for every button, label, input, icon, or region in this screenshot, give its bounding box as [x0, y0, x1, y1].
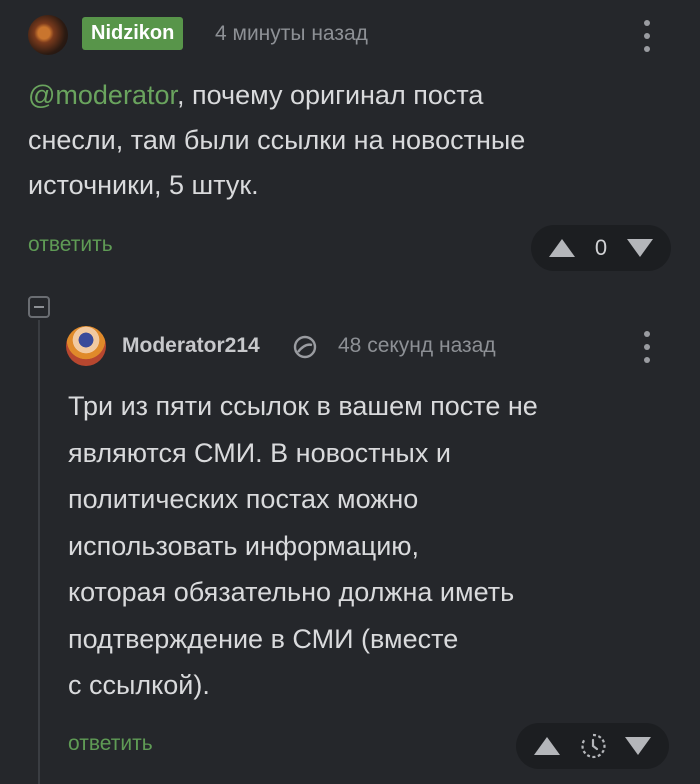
- clock-icon: [580, 733, 606, 759]
- timestamp[interactable]: 48 секунд назад: [338, 334, 496, 358]
- author-name[interactable]: Moderator214: [122, 334, 260, 358]
- comment-text: Три из пяти ссылок в вашем посте не явля…: [68, 391, 538, 700]
- avatar[interactable]: [66, 326, 106, 366]
- triangle-up-icon[interactable]: [534, 737, 560, 755]
- moderator-badge-icon: [293, 335, 317, 359]
- kebab-icon[interactable]: [643, 331, 651, 363]
- vote-widget: [516, 723, 669, 769]
- reply-button[interactable]: ответить: [68, 732, 153, 756]
- comment-moderator214: Moderator214 48 секунд назад Три из пяти…: [0, 0, 700, 769]
- triangle-down-icon[interactable]: [625, 737, 651, 755]
